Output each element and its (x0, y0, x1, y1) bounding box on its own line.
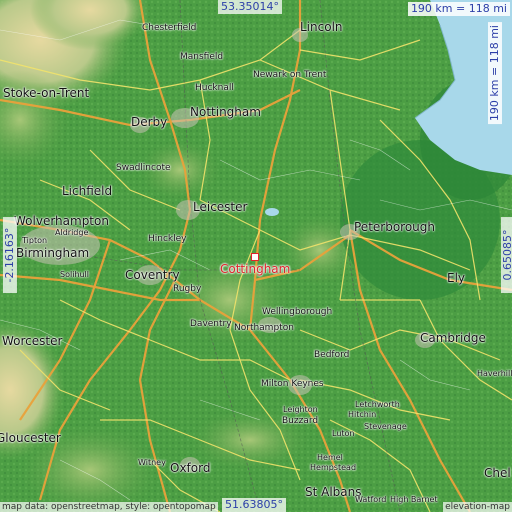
bottom-latitude: 51.63805° (222, 498, 286, 512)
place-label: Rugby (173, 284, 202, 294)
place-label: Hinckley (148, 234, 187, 244)
place-label: Hucknall (195, 83, 234, 93)
place-label: Luton (332, 429, 355, 438)
place-label: Chesterfield (142, 23, 197, 33)
left-longitude: -2.16163° (2, 217, 18, 294)
map-attribution: map data: openstreetmap, style: opentopo… (0, 502, 218, 512)
location-marker[interactable] (251, 253, 259, 261)
top-latitude: 53.35014° (218, 0, 282, 15)
place-label: Watford (355, 495, 387, 504)
place-label: Leighton (283, 405, 318, 414)
right-longitude: 0.65085° (500, 217, 512, 294)
place-label: Bedford (314, 350, 350, 360)
place-label: Milton Keynes (261, 379, 324, 389)
place-label: High Barnet (390, 495, 438, 504)
place-label: Stevenage (364, 422, 407, 431)
place-label: Northampton (234, 323, 294, 333)
place-label: St Albans (305, 485, 362, 499)
place-label: Solihull (60, 270, 90, 279)
place-label: Oxford (170, 461, 211, 475)
place-label: Wolverhampton (14, 214, 109, 228)
place-label: Swadlincote (116, 163, 171, 173)
place-label: Witney (138, 458, 166, 467)
place-label: Tipton (22, 236, 48, 245)
place-label: Stoke-on-Trent (3, 86, 90, 100)
place-label: Buzzard (282, 416, 319, 426)
place-label: Aldridge (55, 228, 89, 237)
place-label: Nottingham (190, 105, 261, 119)
focus-place-label: Cottingham (220, 262, 291, 276)
place-label: Ely (447, 271, 466, 285)
place-label: Mansfield (180, 52, 224, 62)
scale-vertical: 190 km = 118 mi (487, 22, 503, 125)
place-label: Haverhill (477, 369, 512, 378)
scale-horizontal: 190 km = 118 mi (407, 2, 510, 17)
place-label: Derby (131, 115, 168, 129)
place-label: Worcester (2, 334, 63, 348)
place-label: Hempstead (310, 463, 357, 472)
place-label: Hemel (317, 453, 343, 462)
place-label: Hitchin (348, 410, 377, 419)
place-label: Peterborough (354, 220, 436, 234)
place-label: Coventry (125, 268, 180, 282)
place-label: Leicester (193, 200, 248, 214)
place-label: Newark on Trent (253, 70, 327, 80)
place-label: Lincoln (300, 20, 343, 34)
place-label: Letchworth (355, 400, 400, 409)
place-label: Lichfield (62, 184, 113, 198)
place-label: Cambridge (420, 331, 486, 345)
place-label: Birmingham (16, 246, 90, 260)
place-label: Daventry (190, 319, 232, 329)
place-label: Wellingborough (262, 307, 333, 317)
elevation-attribution: elevation-map (443, 502, 512, 512)
elevation-map[interactable]: Chesterfield Lincoln Mansfield Newark on… (0, 0, 512, 512)
place-label: Chel (484, 466, 511, 480)
place-label: Gloucester (0, 431, 61, 445)
